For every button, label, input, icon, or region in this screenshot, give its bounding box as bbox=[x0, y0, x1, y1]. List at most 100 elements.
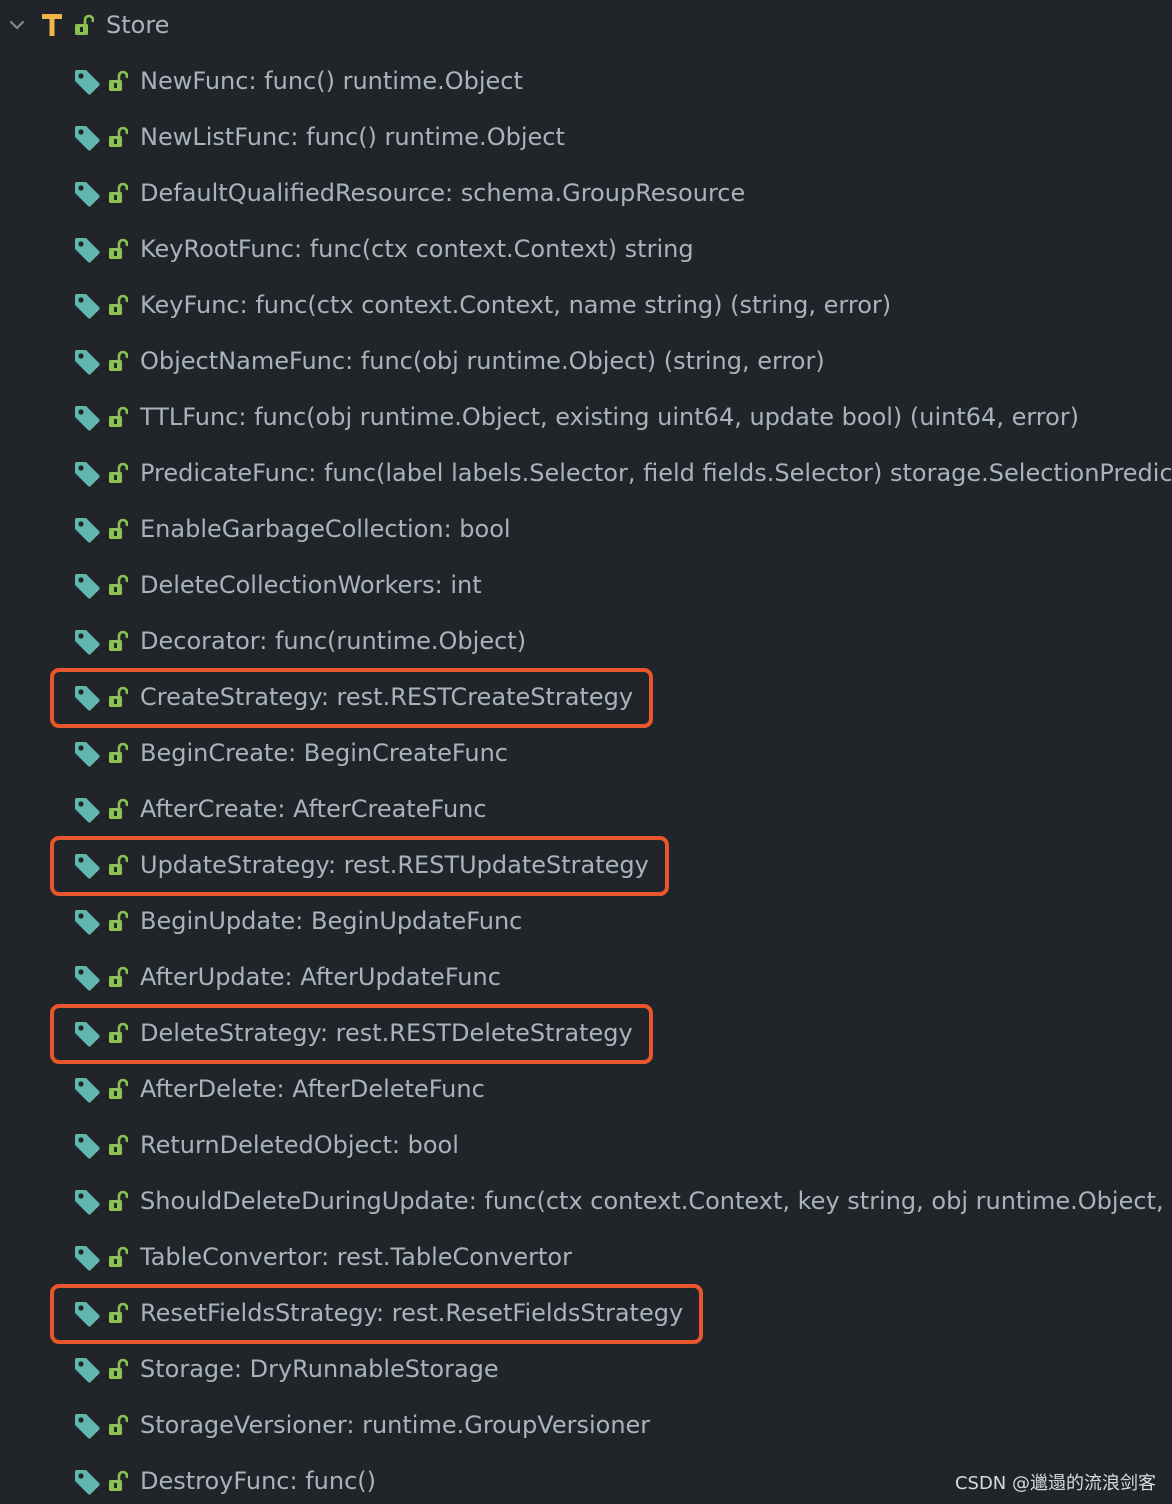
field-label: StorageVersioner: runtime.GroupVersioner bbox=[140, 1411, 651, 1439]
field-label: UpdateStrategy: rest.RESTUpdateStrategy bbox=[140, 851, 649, 879]
field-label: AfterDelete: AfterDeleteFunc bbox=[140, 1075, 485, 1103]
field-label: DeleteCollectionWorkers: int bbox=[140, 571, 482, 599]
unlock-icon bbox=[108, 1022, 129, 1044]
tag-icon bbox=[72, 291, 102, 321]
tag-icon bbox=[72, 459, 102, 489]
chevron-down-icon[interactable] bbox=[8, 16, 26, 34]
field-label: PredicateFunc: func(label labels.Selecto… bbox=[140, 459, 1172, 487]
field-label: EnableGarbageCollection: bool bbox=[140, 515, 511, 543]
tag-icon bbox=[72, 347, 102, 377]
tag-icon bbox=[72, 1467, 102, 1497]
unlock-icon bbox=[108, 1302, 129, 1324]
unlock-icon bbox=[108, 462, 129, 484]
tree-node-field[interactable]: Decorator: func(runtime.Object) bbox=[0, 614, 1172, 670]
unlock-icon bbox=[108, 1078, 129, 1100]
tree-node-field[interactable]: DeleteCollectionWorkers: int bbox=[0, 558, 1172, 614]
field-label: KeyFunc: func(ctx context.Context, name … bbox=[140, 291, 892, 319]
tree-node-field[interactable]: BeginCreate: BeginCreateFunc bbox=[0, 726, 1172, 782]
tree-node-label: Store bbox=[106, 11, 170, 39]
tree-node-field[interactable]: AfterDelete: AfterDeleteFunc bbox=[0, 1062, 1172, 1118]
field-label: AfterCreate: AfterCreateFunc bbox=[140, 795, 487, 823]
field-label: DefaultQualifiedResource: schema.GroupRe… bbox=[140, 179, 746, 207]
tree-node-field[interactable]: Storage: DryRunnableStorage bbox=[0, 1342, 1172, 1398]
tag-icon bbox=[72, 67, 102, 97]
tree-node-field[interactable]: AfterUpdate: AfterUpdateFunc bbox=[0, 950, 1172, 1006]
tree-node-field[interactable]: KeyFunc: func(ctx context.Context, name … bbox=[0, 278, 1172, 334]
tag-icon bbox=[72, 179, 102, 209]
unlock-icon bbox=[108, 126, 129, 148]
tree-node-field[interactable]: ReturnDeletedObject: bool bbox=[0, 1118, 1172, 1174]
tag-icon bbox=[72, 515, 102, 545]
tree-node-field[interactable]: ShouldDeleteDuringUpdate: func(ctx conte… bbox=[0, 1174, 1172, 1230]
unlock-icon bbox=[75, 14, 94, 35]
unlock-icon bbox=[108, 854, 129, 876]
unlock-icon bbox=[108, 350, 129, 372]
tag-icon bbox=[72, 1243, 102, 1273]
tree-node-field[interactable]: NewListFunc: func() runtime.Object bbox=[0, 110, 1172, 166]
unlock-icon bbox=[108, 1246, 129, 1268]
field-label: BeginCreate: BeginCreateFunc bbox=[140, 739, 509, 767]
type-T-icon bbox=[42, 14, 62, 36]
unlock-icon bbox=[108, 686, 129, 708]
unlock-icon bbox=[108, 910, 129, 932]
unlock-icon bbox=[108, 518, 129, 540]
unlock-icon bbox=[108, 630, 129, 652]
tree-node-field[interactable]: ObjectNameFunc: func(obj runtime.Object)… bbox=[0, 334, 1172, 390]
field-label: NewListFunc: func() runtime.Object bbox=[140, 123, 565, 151]
tree-node-field[interactable]: DefaultQualifiedResource: schema.GroupRe… bbox=[0, 166, 1172, 222]
field-label: Storage: DryRunnableStorage bbox=[140, 1355, 499, 1383]
tree-node-field[interactable]: KeyRootFunc: func(ctx context.Context) s… bbox=[0, 222, 1172, 278]
tag-icon bbox=[72, 1019, 102, 1049]
field-label: Decorator: func(runtime.Object) bbox=[140, 627, 527, 655]
tag-icon bbox=[72, 627, 102, 657]
unlock-icon bbox=[108, 1134, 129, 1156]
field-label: ObjectNameFunc: func(obj runtime.Object)… bbox=[140, 347, 825, 375]
unlock-icon bbox=[108, 966, 129, 988]
field-label: NewFunc: func() runtime.Object bbox=[140, 67, 523, 95]
unlock-icon bbox=[108, 182, 129, 204]
unlock-icon bbox=[108, 1470, 129, 1492]
tree-node-field[interactable]: PredicateFunc: func(label labels.Selecto… bbox=[0, 446, 1172, 502]
tree-node-field[interactable]: UpdateStrategy: rest.RESTUpdateStrategy bbox=[0, 836, 1172, 896]
structure-tree: Store NewFunc: func() runtime.Object NewL… bbox=[0, 0, 1172, 1504]
field-label: DestroyFunc: func() bbox=[140, 1467, 377, 1495]
tag-icon bbox=[72, 235, 102, 265]
tag-icon bbox=[72, 851, 102, 881]
unlock-icon bbox=[108, 406, 129, 428]
tag-icon bbox=[72, 963, 102, 993]
tree-node-field[interactable]: ResetFieldsStrategy: rest.ResetFieldsStr… bbox=[0, 1284, 1172, 1344]
tree-node-field[interactable]: BeginUpdate: BeginUpdateFunc bbox=[0, 894, 1172, 950]
tag-icon bbox=[72, 1075, 102, 1105]
tree-node-field[interactable]: DeleteStrategy: rest.RESTDeleteStrategy bbox=[0, 1004, 1172, 1064]
tree-node-field[interactable]: TTLFunc: func(obj runtime.Object, existi… bbox=[0, 390, 1172, 446]
unlock-icon bbox=[108, 294, 129, 316]
tag-icon bbox=[72, 1187, 102, 1217]
tree-node-field[interactable]: TableConvertor: rest.TableConvertor bbox=[0, 1230, 1172, 1286]
tree-node-field[interactable]: NewFunc: func() runtime.Object bbox=[0, 54, 1172, 110]
tag-icon bbox=[72, 571, 102, 601]
field-label: AfterUpdate: AfterUpdateFunc bbox=[140, 963, 501, 991]
unlock-icon bbox=[108, 238, 129, 260]
tag-icon bbox=[72, 123, 102, 153]
field-label: ResetFieldsStrategy: rest.ResetFieldsStr… bbox=[140, 1299, 684, 1327]
field-label: TTLFunc: func(obj runtime.Object, existi… bbox=[140, 403, 1080, 431]
tree-node-field[interactable]: StorageVersioner: runtime.GroupVersioner bbox=[0, 1398, 1172, 1454]
tag-icon bbox=[72, 1299, 102, 1329]
unlock-icon bbox=[108, 1190, 129, 1212]
tree-node-store[interactable]: Store bbox=[0, 0, 1172, 52]
unlock-icon bbox=[108, 798, 129, 820]
tag-icon bbox=[72, 1411, 102, 1441]
tree-node-field[interactable]: CreateStrategy: rest.RESTCreateStrategy bbox=[0, 668, 1172, 728]
tag-icon bbox=[72, 795, 102, 825]
tag-icon bbox=[72, 1355, 102, 1385]
field-label: TableConvertor: rest.TableConvertor bbox=[140, 1243, 572, 1271]
tree-node-field[interactable]: EnableGarbageCollection: bool bbox=[0, 502, 1172, 558]
field-label: KeyRootFunc: func(ctx context.Context) s… bbox=[140, 235, 694, 263]
field-label: ShouldDeleteDuringUpdate: func(ctx conte… bbox=[140, 1187, 1172, 1215]
tag-icon bbox=[72, 1131, 102, 1161]
tag-icon bbox=[72, 403, 102, 433]
tag-icon bbox=[72, 907, 102, 937]
field-label: DeleteStrategy: rest.RESTDeleteStrategy bbox=[140, 1019, 633, 1047]
tag-icon bbox=[72, 683, 102, 713]
tree-node-field[interactable]: AfterCreate: AfterCreateFunc bbox=[0, 782, 1172, 838]
